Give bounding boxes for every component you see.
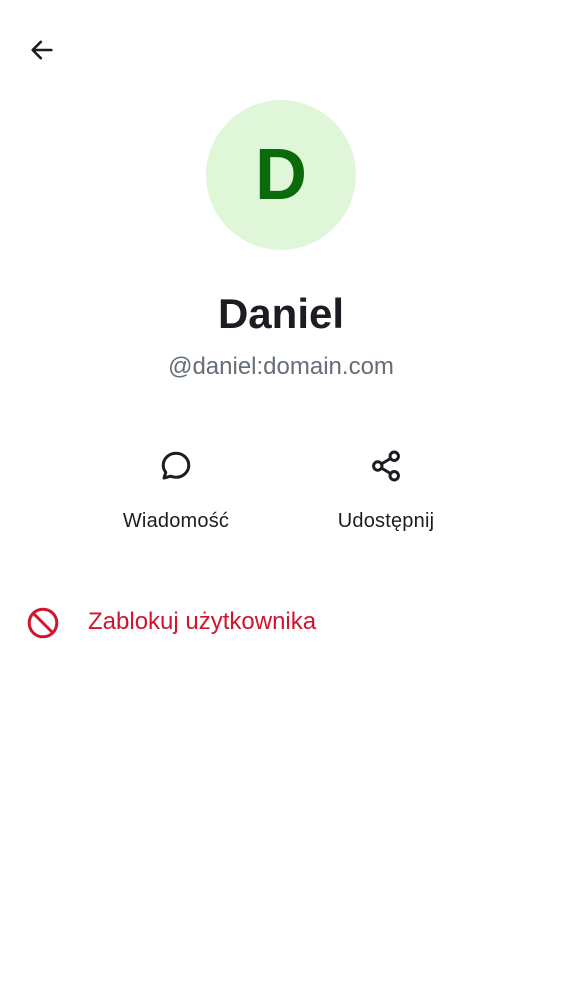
share-button[interactable]: Udostępnij [296, 442, 476, 546]
back-button[interactable] [22, 30, 62, 70]
avatar-initial: D [255, 135, 307, 215]
block-user-label: Zablokuj użytkownika [88, 608, 317, 635]
chat-bubble-icon [156, 446, 196, 486]
avatar: D [206, 100, 356, 250]
block-user-button[interactable]: Zablokuj użytkownika [0, 592, 562, 652]
display-name: Daniel [217, 290, 345, 337]
message-label: Wiadomość [122, 510, 230, 532]
share-icon [366, 446, 406, 486]
user-id: @daniel:domain.com [168, 353, 394, 380]
arrow-left-icon [31, 40, 53, 60]
message-button[interactable]: Wiadomość [86, 442, 266, 546]
block-icon [24, 604, 62, 642]
share-label: Udostępnij [337, 510, 435, 532]
